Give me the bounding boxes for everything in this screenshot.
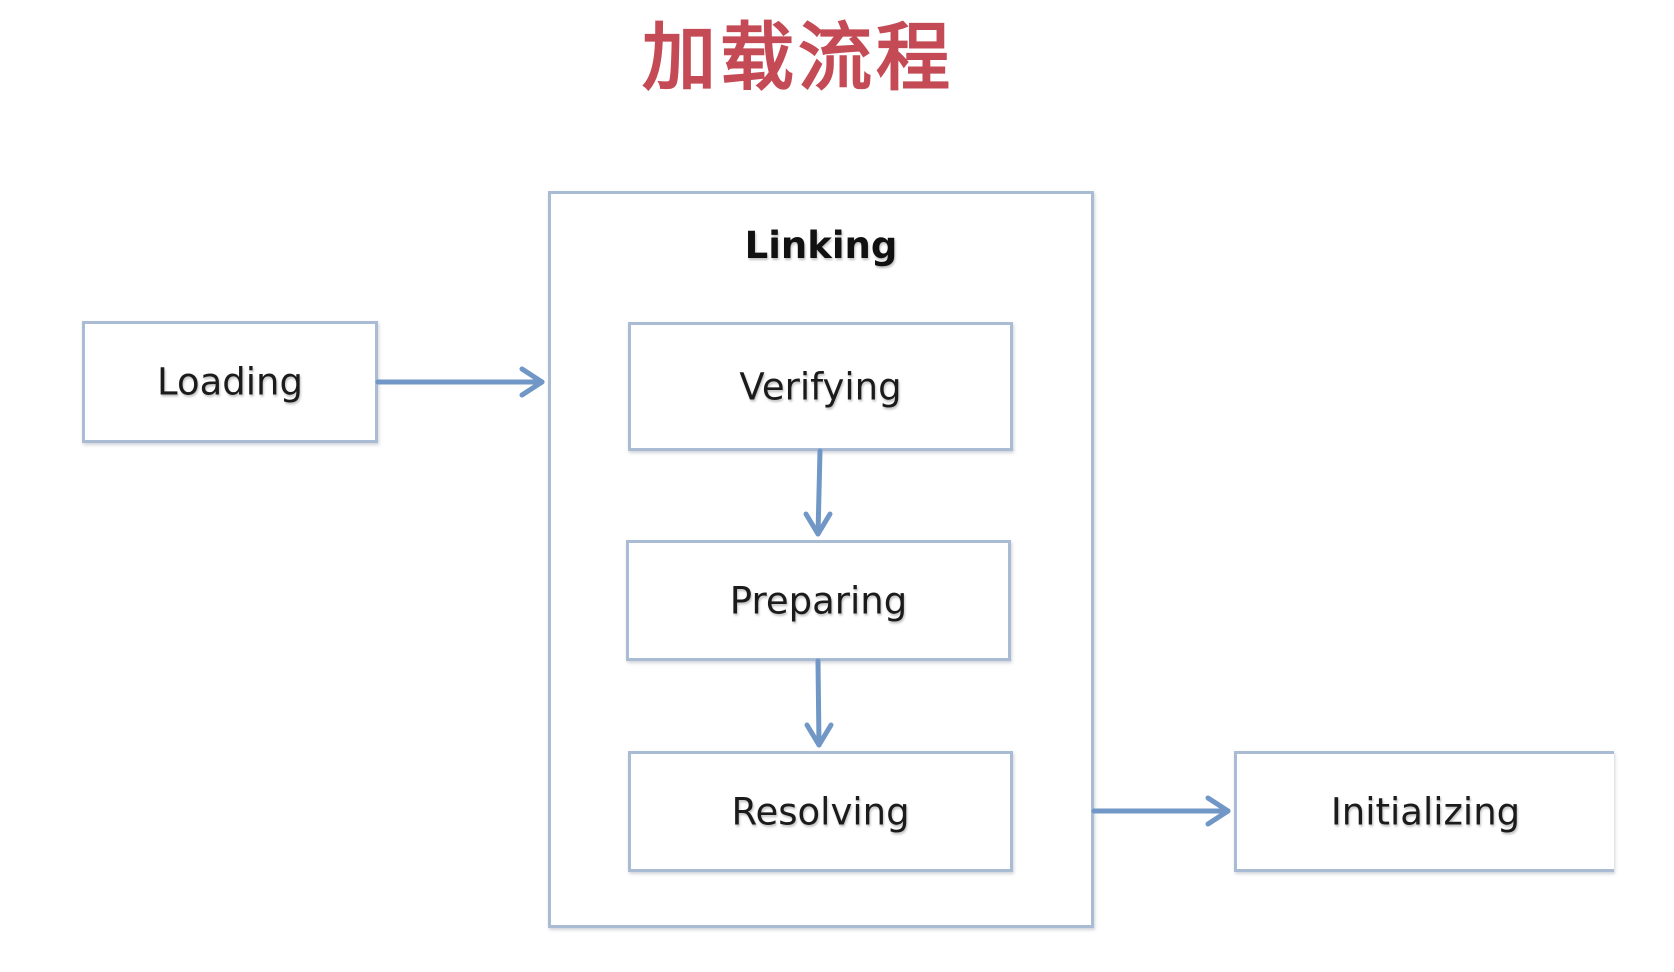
arrow-verifying-to-preparing <box>803 448 833 537</box>
arrow-loading-to-linking <box>375 366 545 398</box>
arrows-layer <box>375 366 1231 827</box>
arrow-linking-to-initializing <box>1091 795 1231 827</box>
arrow-preparing-to-resolving <box>804 658 834 748</box>
